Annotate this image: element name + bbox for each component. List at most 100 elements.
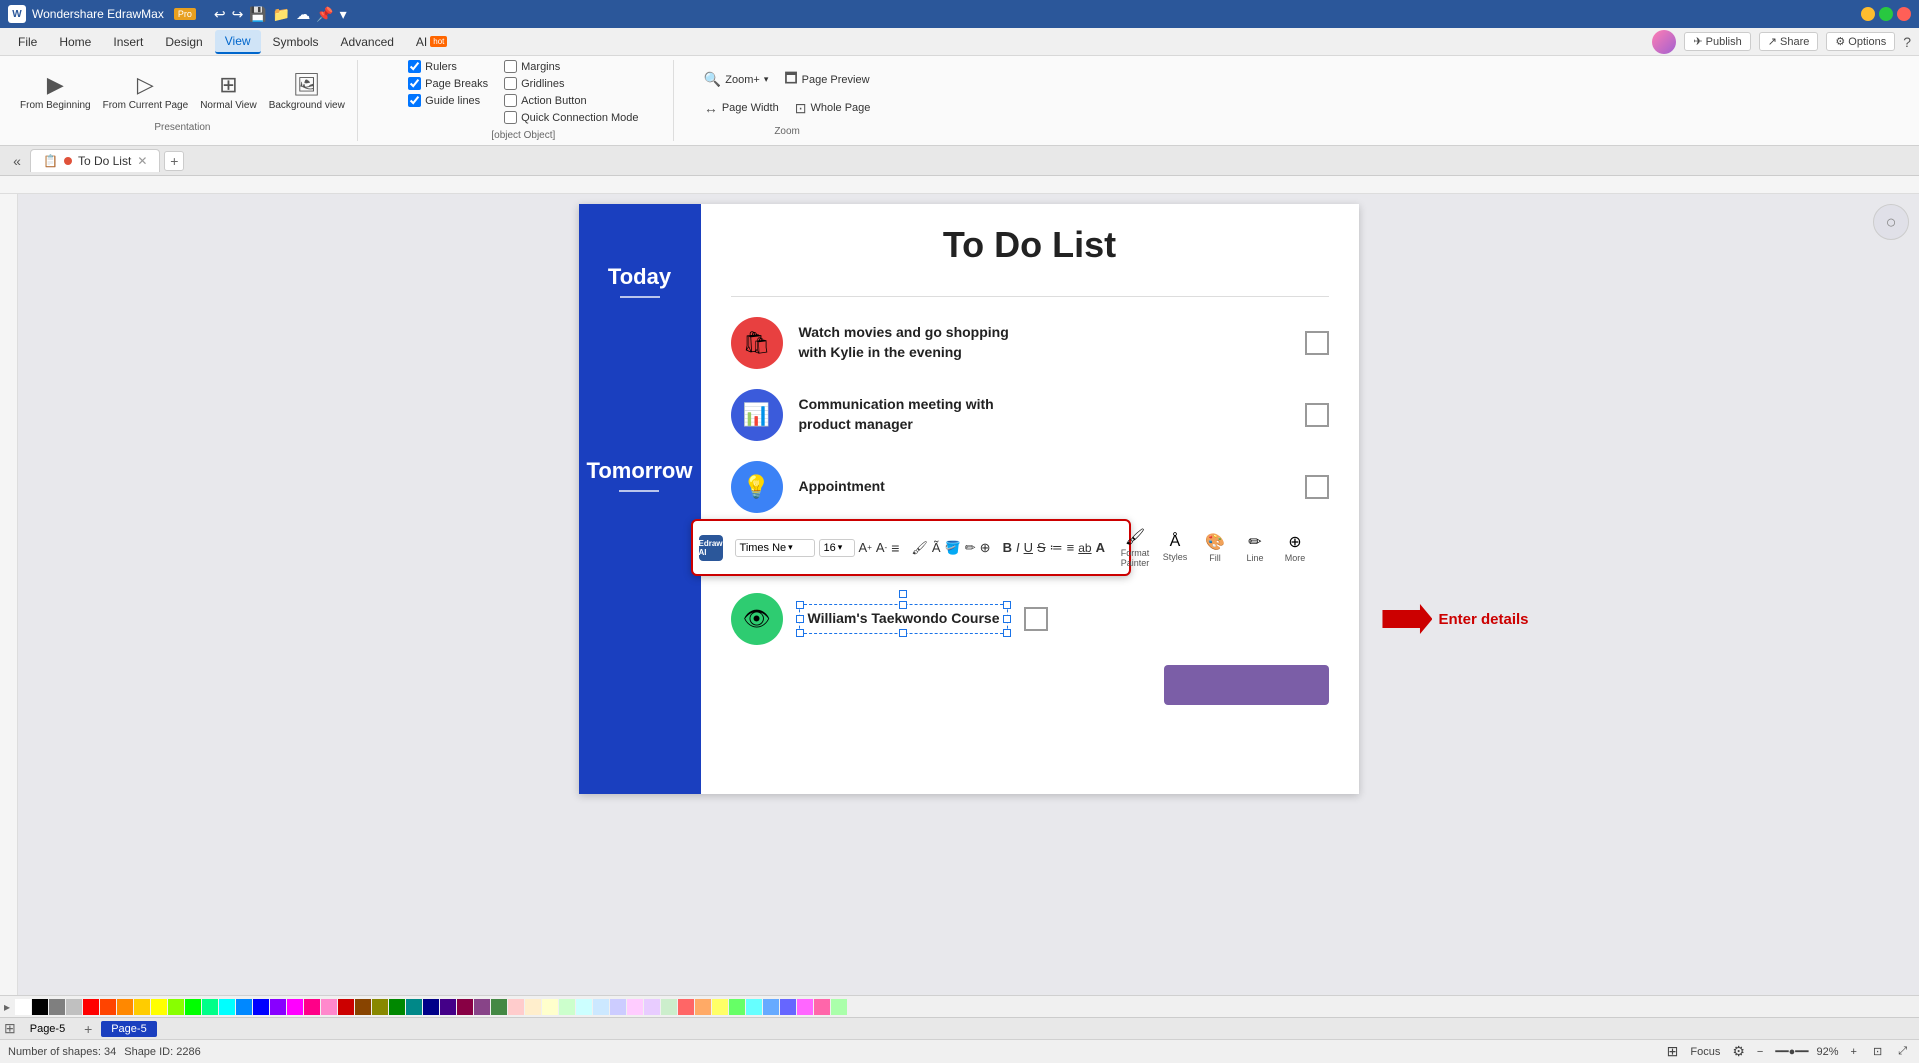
color-swatch-35[interactable] — [610, 999, 626, 1015]
color-swatch-31[interactable] — [542, 999, 558, 1015]
help-icon[interactable]: ? — [1903, 34, 1911, 50]
color-swatch-9[interactable] — [168, 999, 184, 1015]
bold-button[interactable]: B — [1003, 536, 1012, 560]
canvas-area[interactable]: Today Tomorrow To Do List 🛍 Watch movies… — [18, 194, 1919, 995]
options-button[interactable]: ⚙ Options — [1826, 32, 1895, 51]
color-swatch-44[interactable] — [763, 999, 779, 1015]
decrease-font-button[interactable]: A- — [876, 536, 887, 560]
tab-todo-list[interactable]: 📋 To Do List ✕ — [30, 149, 160, 172]
whole-page-button[interactable]: ⊡ Whole Page — [789, 97, 877, 120]
color-swatch-4[interactable] — [83, 999, 99, 1015]
color-swatch-20[interactable] — [355, 999, 371, 1015]
todo-checkbox-2[interactable] — [1305, 403, 1329, 427]
font-family-select[interactable]: Times Ne ▾ — [735, 539, 815, 557]
numbered-list-button[interactable]: ≡ — [1067, 536, 1075, 560]
color-swatch-27[interactable] — [474, 999, 490, 1015]
color-swatch-39[interactable] — [678, 999, 694, 1015]
italic-button[interactable]: I — [1016, 536, 1020, 560]
menu-ai[interactable]: AI hot — [406, 31, 457, 53]
undo-icon[interactable]: ↩ — [214, 6, 226, 23]
todo-checkbox-4[interactable] — [1024, 607, 1048, 631]
page-tab-5-inactive[interactable]: Page-5 — [20, 1021, 75, 1037]
format-painter-button[interactable]: 🖌 Format Painter — [1117, 525, 1153, 570]
fill-button[interactable]: 🎨 Fill — [1197, 530, 1233, 565]
menu-view[interactable]: View — [215, 30, 261, 54]
align-button[interactable]: ≡ — [891, 536, 899, 560]
color-swatch-43[interactable] — [746, 999, 762, 1015]
menu-symbols[interactable]: Symbols — [263, 31, 329, 53]
from-beginning-button[interactable]: ▶ From Beginning — [16, 68, 95, 116]
fit-page-button[interactable]: ⊡ — [1869, 1044, 1886, 1059]
color-swatch-26[interactable] — [457, 999, 473, 1015]
page-breaks-checkbox-row[interactable]: Page Breaks — [408, 77, 488, 90]
redo-icon[interactable]: ↪ — [232, 6, 244, 23]
normal-view-button[interactable]: ⊞ Normal View — [196, 68, 261, 116]
format-painter-icon[interactable]: 🖌 — [911, 536, 928, 560]
action-button-checkbox[interactable] — [504, 94, 517, 107]
tab-close-button[interactable]: ✕ — [137, 154, 147, 168]
strikethrough-button[interactable]: S — [1037, 536, 1046, 560]
color-swatch-2[interactable] — [49, 999, 65, 1015]
color-swatch-40[interactable] — [695, 999, 711, 1015]
color-swatch-13[interactable] — [236, 999, 252, 1015]
line-button[interactable]: ✏ Line — [1237, 530, 1273, 565]
color-swatch-47[interactable] — [814, 999, 830, 1015]
page-breaks-checkbox[interactable] — [408, 77, 421, 90]
color-swatch-0[interactable] — [15, 999, 31, 1015]
color-swatch-28[interactable] — [491, 999, 507, 1015]
todo-checkbox-1[interactable] — [1305, 331, 1329, 355]
tab-expand-button[interactable]: « — [8, 152, 26, 170]
zoom-slider[interactable]: ━━●━━ — [1775, 1045, 1808, 1058]
color-swatch-36[interactable] — [627, 999, 643, 1015]
menu-home[interactable]: Home — [49, 31, 101, 53]
todo-checkbox-3[interactable] — [1305, 475, 1329, 499]
purple-action-button[interactable] — [1164, 665, 1329, 705]
color-swatch-17[interactable] — [304, 999, 320, 1015]
color-swatch-46[interactable] — [797, 999, 813, 1015]
page-preview-button[interactable]: 🗖 Page Preview — [778, 65, 875, 95]
zoom-out-button[interactable]: − — [1753, 1045, 1767, 1059]
color-swatch-38[interactable] — [661, 999, 677, 1015]
margins-checkbox-row[interactable]: Margins — [504, 60, 638, 73]
save-icon[interactable]: 💾 — [249, 6, 266, 23]
fullscreen-button[interactable]: ⤢ — [1894, 1044, 1911, 1059]
add-tab-button[interactable]: + — [164, 151, 184, 171]
todo-text-4[interactable]: William's Taekwondo Course — [808, 609, 1000, 629]
add-page-button[interactable]: + — [79, 1020, 97, 1038]
color-swatch-18[interactable] — [321, 999, 337, 1015]
zoom-in-button[interactable]: + — [1847, 1045, 1861, 1059]
more-options-icon[interactable]: ⊕ — [980, 536, 991, 560]
more-button[interactable]: ⊕ More — [1277, 530, 1313, 565]
color-swatch-30[interactable] — [525, 999, 541, 1015]
quick-connection-checkbox-row[interactable]: Quick Connection Mode — [504, 111, 638, 124]
fill-icon[interactable]: 🪣 — [945, 536, 961, 560]
text-ab-button[interactable]: ab — [1078, 536, 1091, 560]
gridlines-checkbox[interactable] — [504, 77, 517, 90]
zoom-button[interactable]: 🔍 Zoom+ ▾ — [698, 68, 775, 91]
color-swatch-6[interactable] — [117, 999, 133, 1015]
more-icon[interactable]: ▾ — [340, 6, 347, 23]
guide-lines-checkbox-row[interactable]: Guide lines — [408, 94, 488, 107]
color-swatch-3[interactable] — [66, 999, 82, 1015]
increase-font-button[interactable]: A+ — [859, 536, 872, 560]
action-button-checkbox-row[interactable]: Action Button — [504, 94, 638, 107]
styles-button[interactable]: Å Styles — [1157, 531, 1193, 564]
color-swatch-16[interactable] — [287, 999, 303, 1015]
color-swatch-19[interactable] — [338, 999, 354, 1015]
color-swatch-48[interactable] — [831, 999, 847, 1015]
color-swatch-5[interactable] — [100, 999, 116, 1015]
color-swatch-32[interactable] — [559, 999, 575, 1015]
color-swatch-34[interactable] — [593, 999, 609, 1015]
underline-button[interactable]: U — [1024, 536, 1033, 560]
palette-expand-icon[interactable]: ▸ — [4, 1000, 10, 1014]
publish-button[interactable]: ✈ Publish — [1684, 32, 1750, 51]
todo-text-2[interactable]: Communication meeting withproduct manage… — [799, 395, 1289, 434]
todo-text-3[interactable]: Appointment — [799, 477, 1289, 497]
page-tab-5-active[interactable]: Page-5 — [101, 1021, 156, 1037]
color-swatch-23[interactable] — [406, 999, 422, 1015]
from-current-page-button[interactable]: ▷ From Current Page — [99, 68, 193, 116]
color-swatch-42[interactable] — [729, 999, 745, 1015]
background-view-button[interactable]: 🖼 Background view — [265, 68, 349, 116]
gridlines-checkbox-row[interactable]: Gridlines — [504, 77, 638, 90]
styles-icon[interactable]: Ã — [932, 536, 941, 560]
